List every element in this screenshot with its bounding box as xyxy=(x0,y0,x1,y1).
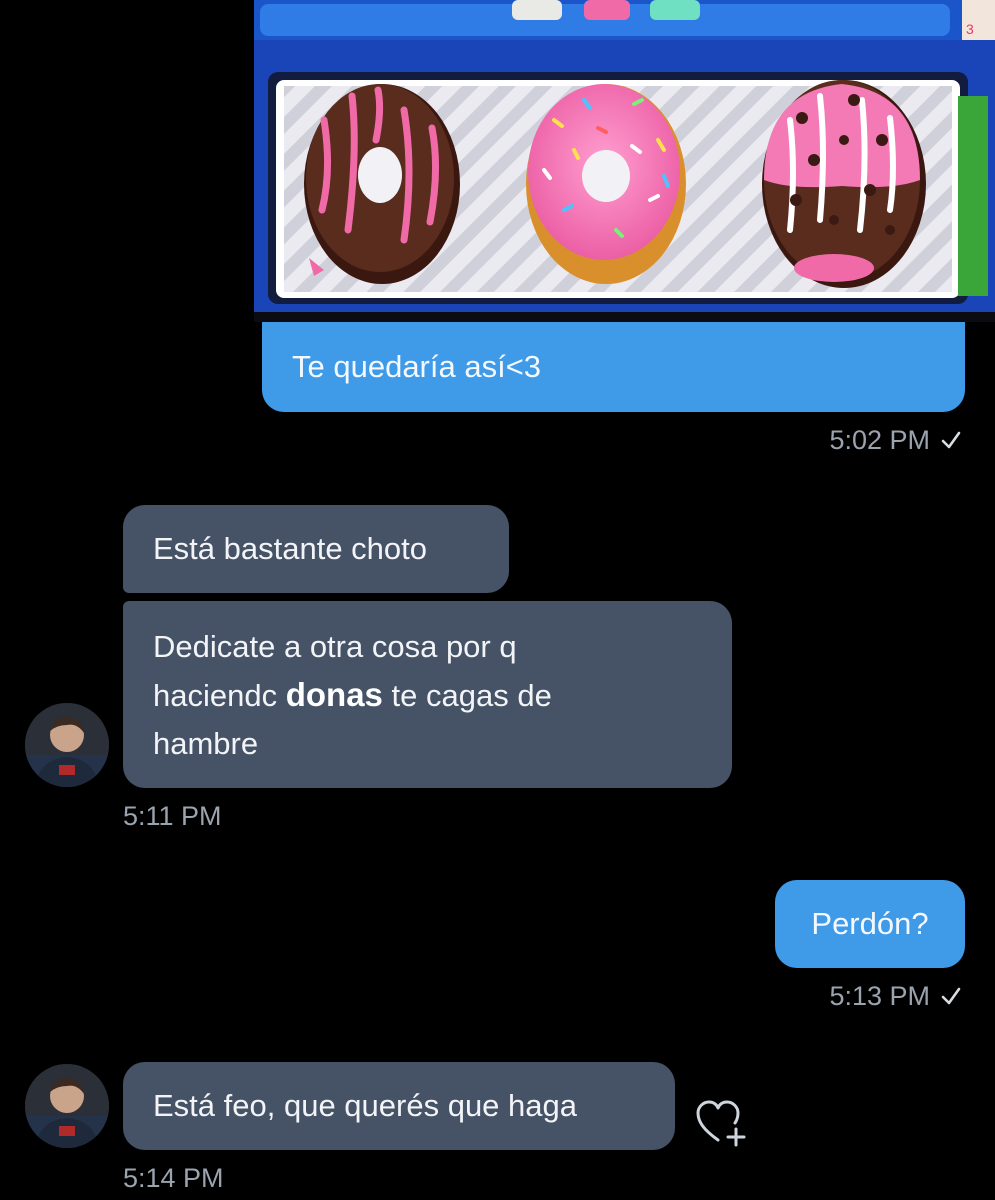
message-text: Te quedaría así<3 xyxy=(292,349,542,384)
heart-add-icon[interactable] xyxy=(694,1098,748,1148)
donut-tray-image: 3 xyxy=(254,0,995,322)
message-line: Dedicate a otra cosa por q xyxy=(153,629,517,664)
outgoing-message[interactable]: Perdón? xyxy=(775,880,965,968)
incoming-message[interactable]: Dedicate a otra cosa por q haciendc dona… xyxy=(123,601,732,788)
message-timestamp: 5:11 PM xyxy=(123,801,222,831)
user-avatar[interactable] xyxy=(25,703,109,787)
heart-add-glyph xyxy=(696,1100,746,1147)
timestamp-text: 5:02 PM xyxy=(829,425,930,455)
message-text-segment: te cagas de xyxy=(391,678,552,713)
incoming-message[interactable]: Está bastante choto xyxy=(123,505,509,593)
message-text: Está feo, que querés que haga xyxy=(153,1088,577,1123)
avatar-photo xyxy=(25,1064,109,1148)
incoming-message[interactable]: Está feo, que querés que haga xyxy=(123,1062,675,1150)
message-text: Perdón? xyxy=(811,906,929,941)
message-timestamp: 5:13 PM xyxy=(700,980,962,1012)
outgoing-message-caption[interactable]: Te quedaría así<3 xyxy=(262,322,965,412)
check-icon xyxy=(941,987,961,1005)
message-text-segment: haciendc xyxy=(153,678,278,713)
message-timestamp: 5:14 PM xyxy=(123,1163,224,1193)
check-icon xyxy=(941,431,961,449)
message-text: Está bastante choto xyxy=(153,531,428,566)
user-avatar[interactable] xyxy=(25,1064,109,1148)
message-text-emphasis: donas xyxy=(285,676,383,713)
timestamp-text: 5:13 PM xyxy=(829,981,930,1011)
message-line: hambre xyxy=(153,726,259,761)
avatar-photo xyxy=(25,703,109,787)
message-line: haciendc donas te cagas de xyxy=(153,671,702,720)
svg-text:3: 3 xyxy=(966,21,974,37)
message-timestamp: 5:02 PM xyxy=(700,424,962,456)
shared-donut-image[interactable]: 3 xyxy=(254,0,995,322)
